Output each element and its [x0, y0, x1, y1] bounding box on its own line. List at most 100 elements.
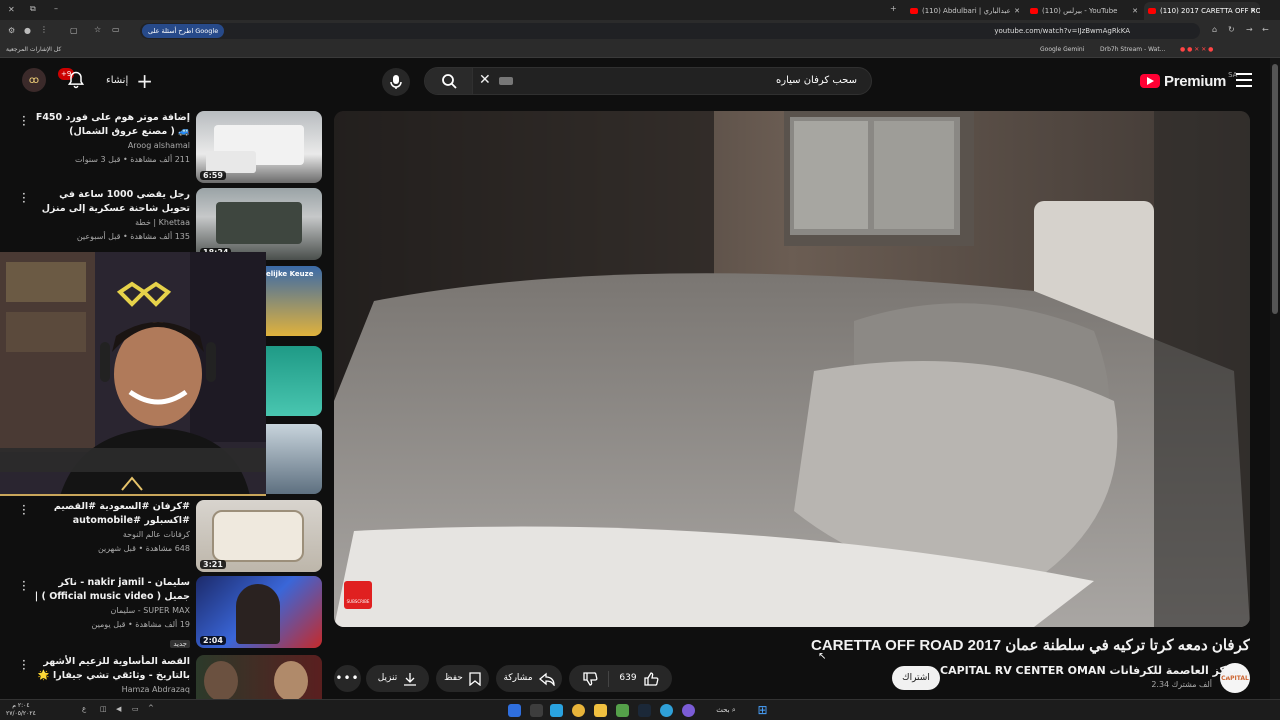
like-button[interactable]: 639 — [615, 665, 659, 692]
scrollbar-thumb[interactable] — [1272, 64, 1278, 314]
file-explorer-icon[interactable] — [594, 704, 607, 717]
reload-icon[interactable]: ↻ — [1228, 25, 1235, 34]
url-text[interactable]: youtube.com/watch?v=IJzBwmAgRkKA — [994, 23, 1130, 39]
close-tab-icon[interactable]: ✕ — [1250, 2, 1256, 20]
channel-name[interactable]: Aroog alshamal — [30, 139, 190, 153]
volume-icon[interactable]: ◀ — [116, 705, 121, 713]
windows-start-icon[interactable]: ⊞ — [756, 704, 769, 717]
search-button[interactable] — [425, 68, 473, 94]
list-item[interactable]: 18:24 رجل يقضي 1000 ساعة في تحويل شاحنة … — [0, 188, 322, 260]
subscribe-button[interactable]: اشتراك — [892, 666, 940, 690]
tab-abdulbari[interactable]: (110) Abdulbari | عبدالباري ✕ — [906, 2, 1024, 20]
video-thumbnail[interactable]: 2:04 — [196, 576, 322, 648]
channel-name[interactable]: CAPITAL RV CENTER OMAN مركز العاصمة للكر… — [940, 664, 1240, 677]
hamburger-menu-icon[interactable] — [1236, 73, 1252, 87]
battery-icon[interactable]: ▭ — [132, 705, 139, 713]
menu-dots-icon[interactable]: ⋮ — [40, 25, 48, 34]
video-title[interactable]: #كرفان #السعودية #القصيم #اكسبلور #autom… — [30, 500, 190, 528]
edge-icon[interactable] — [660, 704, 673, 717]
more-vertical-icon[interactable]: · · · — [22, 655, 26, 675]
list-item[interactable]: 3:21 #كرفان #السعودية #القصيم #اكسبلور #… — [0, 500, 322, 572]
channel-name[interactable]: كرفانات عالم النوحة — [30, 528, 190, 542]
search-box[interactable]: ✕ سحب كرفان سياره — [424, 67, 872, 95]
back-icon[interactable]: ← — [1262, 25, 1269, 34]
keyboard-icon[interactable] — [499, 77, 513, 85]
taskbar-search[interactable]: بحث ⌕ — [706, 703, 746, 717]
channel-name[interactable]: Hamza Abdrazaq — [30, 683, 190, 697]
forward-icon[interactable]: → — [1246, 25, 1253, 34]
window-minimize-icon[interactable]: – — [54, 4, 58, 13]
bookmark-star-icon[interactable]: ☆ — [94, 25, 101, 34]
video-thumbnail[interactable]: 6:59 — [196, 111, 322, 183]
channel-name[interactable]: Khettaa | خطة — [30, 216, 190, 230]
youtube-premium-logo[interactable]: Premium SA — [1140, 70, 1237, 92]
video-thumbnail[interactable] — [196, 655, 322, 699]
extensions-icon[interactable]: ⚙ — [8, 26, 15, 35]
bookmark-gemini[interactable]: Google Gemini — [1040, 42, 1084, 58]
share-icon — [538, 672, 555, 686]
list-item[interactable]: 2:04 سليمان - nakir jamil - ناكر جميل ( … — [0, 576, 322, 648]
profile-icon[interactable]: ● — [24, 26, 31, 35]
video-stats: 211 ألف مشاهدة • قبل 3 سنوات — [74, 155, 190, 164]
video-title[interactable]: رجل يقضي 1000 ساعة في تحويل شاحنة عسكرية… — [30, 188, 190, 216]
subscribe-watermark[interactable]: SUBSCRIBE — [344, 581, 372, 609]
account-avatar[interactable]: ꝏ — [22, 68, 46, 92]
video-thumbnail[interactable]: elijke Keuze — [266, 266, 322, 336]
page-scrollbar[interactable] — [1270, 58, 1280, 699]
tab-search-icon[interactable]: ▢ — [70, 26, 78, 35]
bookmark-drb7h[interactable]: Drb7h Stream - Wat... — [1100, 42, 1165, 58]
app-icon[interactable] — [530, 704, 543, 717]
plus-icon: + — [136, 69, 153, 93]
search-input[interactable]: سحب كرفان سياره — [776, 68, 857, 94]
tab-youtube[interactable]: (110) بيرلس - YouTube ✕ — [1026, 2, 1142, 20]
all-bookmarks-link[interactable]: كل الإشارات المرجعية — [6, 42, 61, 58]
app-icon[interactable] — [508, 704, 521, 717]
search-icon: ⌕ — [731, 706, 736, 714]
system-clock[interactable]: ٢:٠٤ م ٢٧/٠٥/٢٠٢٤ — [6, 702, 36, 718]
more-vertical-icon[interactable]: · · · — [22, 576, 26, 596]
clear-search-icon[interactable]: ✕ — [479, 72, 491, 88]
share-button[interactable]: مشاركة — [496, 665, 562, 692]
video-thumbnail[interactable] — [266, 424, 322, 494]
create-button[interactable]: إنشاء + — [106, 71, 153, 91]
video-thumbnail[interactable] — [266, 346, 322, 416]
video-title[interactable]: سليمان - nakir jamil - ناكر جميل ( Offic… — [30, 576, 190, 604]
window-close-icon[interactable]: ✕ — [8, 5, 15, 14]
youtube-header: ꝏ +9 إنشاء + ✕ سحب كرفان سياره Premium S… — [0, 58, 1280, 104]
more-vertical-icon[interactable]: · · · — [22, 111, 26, 131]
more-vertical-icon[interactable]: · · · — [22, 500, 26, 520]
video-thumbnail[interactable]: 3:21 — [196, 500, 322, 572]
more-vertical-icon[interactable]: · · · — [22, 188, 26, 208]
home-icon[interactable]: ⌂ — [1212, 25, 1217, 34]
steam-icon[interactable] — [638, 704, 651, 717]
list-item[interactable]: القصة المأساوية للزعيم الأشهر بالتاريخ -… — [0, 655, 322, 699]
tray-chevron-icon[interactable]: ^ — [148, 704, 154, 712]
video-player[interactable]: SUBSCRIBE — [334, 111, 1250, 627]
omnibox[interactable]: youtube.com/watch?v=IJzBwmAgRkKA — [140, 23, 1200, 39]
window-maximize-icon[interactable]: ⧉ — [30, 4, 36, 14]
tab-active-video[interactable]: (110) 2017 CARETTA OFF ROAD✕ — [1144, 2, 1260, 20]
video-thumbnail[interactable]: 18:24 — [196, 188, 322, 260]
bookmark-icons[interactable]: ● ● ✕ ✕ ● — [1180, 42, 1213, 58]
app-icon[interactable] — [616, 704, 629, 717]
download-button[interactable]: تنزيل — [366, 665, 429, 692]
video-title[interactable]: إضافة موتر هوم على فورد F450🚙 ( مصنع عرو… — [30, 111, 190, 139]
new-tab-icon[interactable]: + — [890, 4, 897, 13]
voice-search-button[interactable] — [382, 68, 410, 96]
channel-name[interactable]: SUPER MAX - سليمان — [30, 604, 190, 618]
dislike-button[interactable] — [582, 670, 610, 687]
close-tab-icon[interactable]: ✕ — [1014, 2, 1020, 20]
app-icon[interactable] — [682, 704, 695, 717]
chrome-icon[interactable] — [572, 704, 585, 717]
telegram-icon[interactable] — [550, 704, 563, 717]
ask-google-chip[interactable]: اطرح أسئلة على Google — [142, 24, 225, 38]
cast-icon[interactable]: ▭ — [112, 25, 120, 34]
bell-icon[interactable] — [66, 70, 86, 90]
close-tab-icon[interactable]: ✕ — [1132, 2, 1138, 20]
network-icon[interactable]: ◫ — [100, 705, 107, 713]
save-button[interactable]: حفظ — [436, 665, 489, 692]
language-indicator-icon[interactable]: ع — [82, 705, 86, 713]
more-actions-button[interactable]: ••• — [334, 665, 361, 692]
list-item[interactable]: 6:59 إضافة موتر هوم على فورد F450🚙 ( مصن… — [0, 111, 322, 183]
video-title[interactable]: القصة المأساوية للزعيم الأشهر بالتاريخ -… — [30, 655, 190, 683]
